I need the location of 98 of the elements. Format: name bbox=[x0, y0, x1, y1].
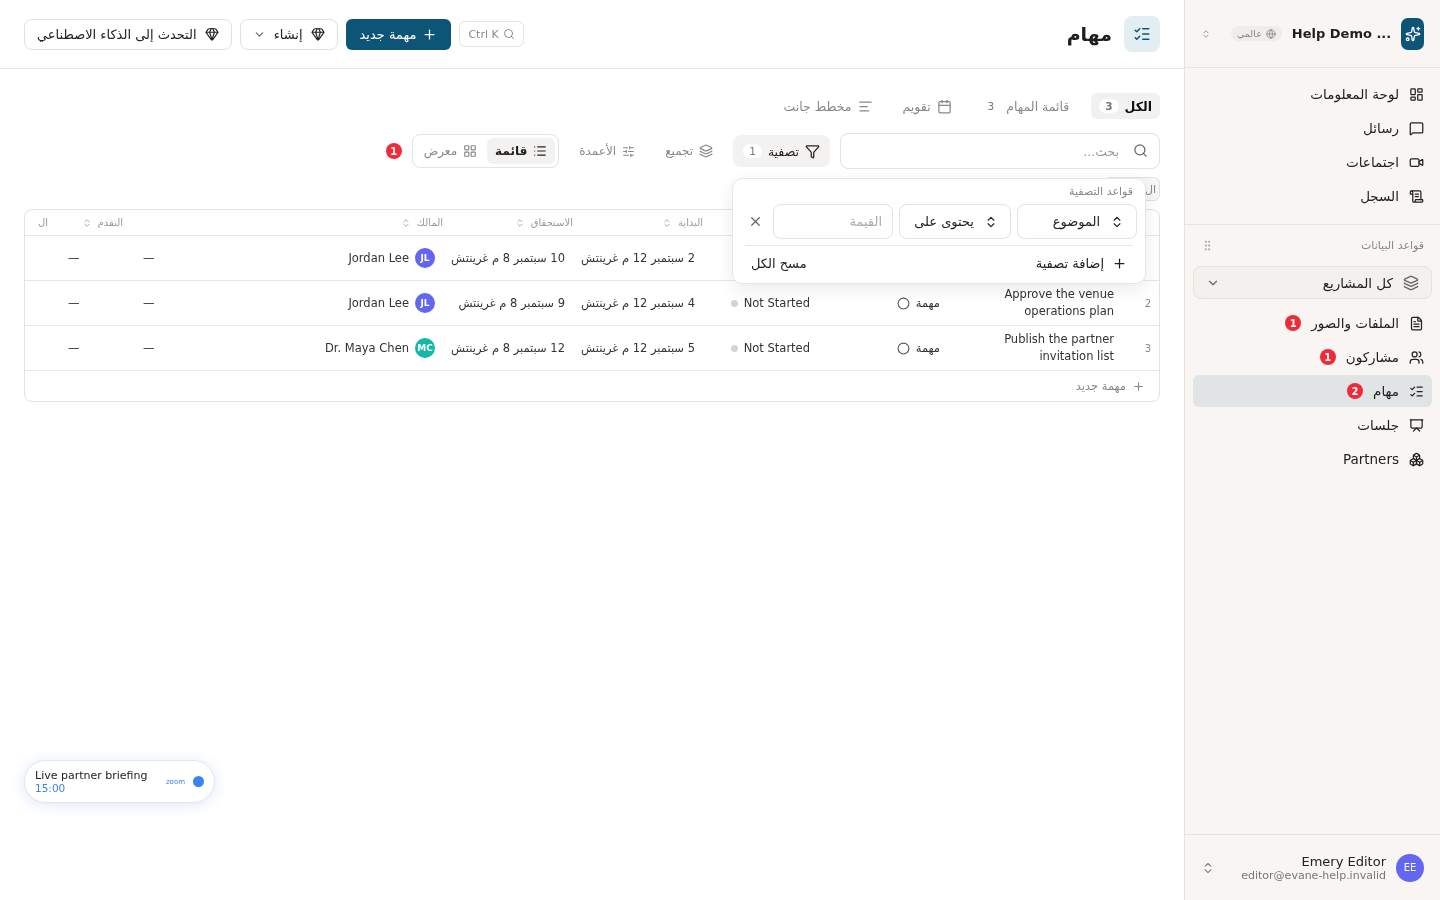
chat-icon bbox=[1409, 120, 1424, 136]
user-name: Emery Editor bbox=[1301, 853, 1386, 869]
empty-cell-text: — bbox=[142, 296, 156, 310]
columns-button[interactable]: الأعمدة bbox=[569, 136, 646, 166]
owner-name: Dr. Maya Chen bbox=[325, 341, 409, 355]
presentation-icon bbox=[1409, 417, 1424, 433]
user-email: editor@evane-help.invalid bbox=[1241, 868, 1386, 882]
funnel-icon bbox=[805, 143, 820, 159]
owner-name: Jordan Lee bbox=[348, 296, 409, 310]
plus-icon bbox=[1112, 256, 1127, 271]
value-field[interactable]: القيمة bbox=[773, 204, 893, 239]
sort-icon[interactable] bbox=[400, 217, 411, 228]
sort-icon[interactable] bbox=[662, 217, 672, 228]
status-label: Not Started bbox=[743, 296, 810, 310]
sliders-icon bbox=[622, 144, 636, 158]
start-date: 4 سبتمبر 12 م غرينتش bbox=[580, 296, 696, 310]
search-icon bbox=[502, 28, 515, 40]
operator-select[interactable]: يحتوى على bbox=[899, 204, 1011, 239]
sort-icon[interactable] bbox=[81, 217, 92, 228]
progress-cell-text: — bbox=[67, 341, 81, 355]
grid-icon bbox=[463, 144, 478, 158]
page-title: مهام bbox=[1066, 23, 1112, 45]
boxes-icon bbox=[1409, 451, 1424, 467]
plus-icon bbox=[1132, 379, 1145, 393]
meeting-time: 15:00 bbox=[35, 782, 67, 794]
add-filter-button[interactable]: إضافة تصفية bbox=[1025, 252, 1137, 275]
alert-badge: 1 bbox=[385, 143, 402, 159]
sidebar-item[interactable]: Partners bbox=[1193, 443, 1432, 475]
clear-all-button[interactable]: مسح الكل bbox=[741, 252, 817, 275]
view-toggle[interactable]: معرض bbox=[415, 138, 486, 164]
progress-cell-text: — bbox=[67, 296, 81, 310]
due-date: 9 سبتمبر 8 م غرينتش bbox=[457, 296, 566, 310]
field-select[interactable]: الموضوع bbox=[1017, 204, 1137, 239]
due-date: 12 سبتمبر 8 م غرينتش bbox=[450, 341, 566, 355]
plus-icon bbox=[422, 26, 438, 42]
checklist-icon bbox=[1124, 16, 1160, 52]
due-date: 10 سبتمبر 8 م غرينتش bbox=[450, 251, 566, 265]
new-task-button[interactable]: مهمة جديد bbox=[345, 18, 452, 50]
row-number: 2 bbox=[1143, 297, 1152, 309]
owner-avatar: JL bbox=[415, 248, 435, 268]
type-label: مهمة bbox=[915, 296, 940, 310]
view-toggle[interactable]: قائمة bbox=[487, 138, 556, 164]
start-date: 5 سبتمبر 12 م غرينتش bbox=[580, 341, 696, 355]
checklist-icon bbox=[1409, 383, 1424, 399]
workspace-name[interactable]: Help Demo ... bbox=[1291, 26, 1392, 41]
nav-item[interactable]: لوحة المعلومات bbox=[1193, 78, 1432, 110]
calendar-icon bbox=[936, 98, 952, 114]
task-title: Publish the partner invitation list bbox=[1003, 330, 1115, 365]
nav-item[interactable]: اجتماعات bbox=[1193, 146, 1432, 178]
status-label: Not Started bbox=[743, 341, 810, 355]
view-tab[interactable]: تقويم bbox=[894, 93, 960, 119]
dashboard-icon bbox=[1409, 86, 1424, 102]
count-badge: 1 bbox=[1285, 315, 1302, 331]
task-title: Approve the venue operations plan bbox=[1003, 285, 1115, 320]
gem-icon bbox=[204, 27, 219, 41]
start-date: 2 سبتمبر 12 م غرينتش bbox=[580, 251, 696, 265]
layers-icon bbox=[1403, 274, 1419, 291]
status-dot bbox=[730, 299, 738, 307]
user-avatar: EE bbox=[1396, 853, 1424, 882]
count-badge: 2 bbox=[1347, 383, 1364, 399]
people-icon bbox=[1409, 349, 1424, 365]
circle-icon[interactable] bbox=[896, 296, 910, 310]
list-icon bbox=[533, 144, 548, 158]
owner-name: Jordan Lee bbox=[348, 251, 409, 265]
live-dot bbox=[193, 776, 204, 787]
count-badge: 1 bbox=[1319, 349, 1336, 365]
circle-icon[interactable] bbox=[896, 341, 910, 355]
owner-avatar: JL bbox=[415, 293, 435, 313]
lines-icon bbox=[857, 98, 873, 114]
sidebar-item[interactable]: جلسات bbox=[1193, 409, 1432, 441]
status-dot bbox=[730, 344, 738, 352]
popover-title: قواعد التصفية bbox=[1068, 185, 1134, 198]
command-search-button[interactable]: Ctrl K bbox=[459, 21, 524, 47]
owner-avatar: MC bbox=[415, 338, 435, 358]
nav-item[interactable]: السجل bbox=[1193, 180, 1432, 212]
add-task-button[interactable]: مهمة جديد bbox=[1061, 371, 1159, 401]
progress-cell-text: — bbox=[67, 251, 81, 265]
section-title: قواعد البيانات bbox=[1361, 239, 1424, 252]
meeting-title: Live partner briefing bbox=[35, 769, 149, 782]
nav-item[interactable]: رسائل bbox=[1193, 112, 1432, 144]
gem-icon bbox=[310, 27, 325, 41]
empty-cell-text: — bbox=[142, 341, 156, 355]
view-tab[interactable]: مخطط جانت bbox=[775, 93, 881, 119]
empty-cell-text: — bbox=[142, 251, 156, 265]
document-icon bbox=[1409, 315, 1424, 331]
project-selector[interactable]: كل المشاريع bbox=[1193, 266, 1432, 299]
app-logo bbox=[1401, 17, 1424, 50]
sort-icon[interactable] bbox=[514, 217, 525, 228]
group-button[interactable]: تجميع bbox=[655, 136, 724, 166]
close-icon bbox=[748, 214, 763, 229]
type-label: مهمة bbox=[915, 341, 940, 355]
ai-chat-button[interactable]: التحدث إلى الذكاء الاصطناعي bbox=[24, 18, 232, 50]
scroll-icon bbox=[1409, 188, 1424, 204]
row-number: 3 bbox=[1143, 342, 1152, 354]
layers-icon bbox=[699, 144, 714, 158]
create-button[interactable]: إنشاء bbox=[239, 18, 338, 50]
search-field[interactable]: بحث... bbox=[840, 133, 1160, 169]
scope-badge: عالمي bbox=[1230, 26, 1282, 41]
